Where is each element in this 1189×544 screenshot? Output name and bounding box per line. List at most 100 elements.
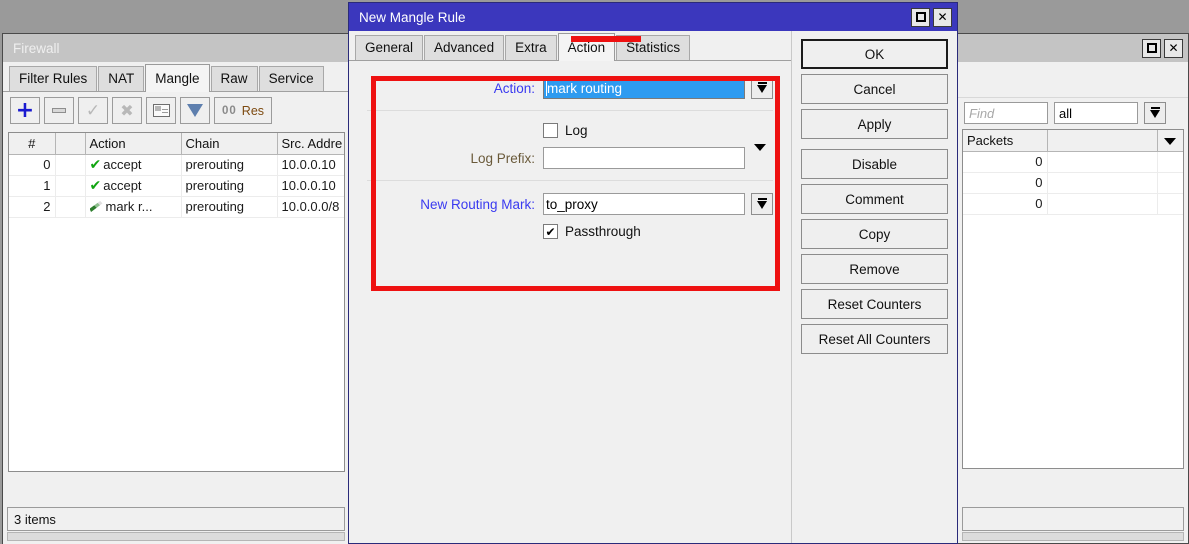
col-packets[interactable]: Packets xyxy=(963,130,1048,152)
horizontal-scrollbar[interactable] xyxy=(7,532,345,541)
tab-mangle[interactable]: Mangle xyxy=(145,64,210,92)
pencil-icon xyxy=(89,201,103,212)
tab-filter-rules[interactable]: Filter Rules xyxy=(9,66,98,91)
passthrough-checkbox[interactable]: ✔ xyxy=(543,224,558,239)
close-button[interactable]: ✕ xyxy=(1164,38,1183,58)
firewall-window: Firewall Filter Rules NAT Mangle Raw Ser… xyxy=(2,33,350,544)
enable-button[interactable]: ✓ xyxy=(78,97,108,124)
divider xyxy=(367,180,773,181)
log-field-row: Log xyxy=(367,123,773,138)
close-button[interactable]: ✕ xyxy=(933,7,952,27)
maximize-button[interactable] xyxy=(1142,38,1161,58)
action-field-row: Action: mark routing xyxy=(367,77,773,99)
col-blank[interactable] xyxy=(1047,130,1158,152)
firewall-content: Filter Rules NAT Mangle Raw Service + ✓ … xyxy=(3,62,349,544)
apply-button[interactable]: Apply xyxy=(801,109,948,139)
search-input[interactable]: Find xyxy=(964,102,1048,124)
table-row[interactable]: 0 xyxy=(963,151,1183,173)
firewall-toolbar: + ✓ ✖ 00 Res xyxy=(3,92,349,130)
table-row[interactable]: 0 xyxy=(963,172,1183,194)
maximize-button[interactable] xyxy=(911,7,930,27)
row-blank xyxy=(1047,172,1158,194)
row-chain: prerouting xyxy=(181,175,278,197)
packets-table[interactable]: Packets 0 0 0 xyxy=(962,129,1184,469)
log-label: Log xyxy=(565,123,588,138)
chevron-down-icon xyxy=(754,143,766,166)
mangle-rules-table[interactable]: # Action Chain Src. Addre 0 ✔ accept pre… xyxy=(8,132,345,472)
row-blank xyxy=(1047,151,1158,173)
comment-button[interactable]: Comment xyxy=(801,184,948,214)
chevron-down-icon xyxy=(1164,137,1176,145)
col-index[interactable]: # xyxy=(9,133,56,155)
action-dropdown-button[interactable] xyxy=(751,77,773,99)
disable-button[interactable]: ✖ xyxy=(112,97,142,124)
row-spacer xyxy=(1157,151,1183,173)
routing-mark-dropdown-button[interactable] xyxy=(751,193,773,215)
row-action: mark r... xyxy=(85,196,182,218)
tab-raw[interactable]: Raw xyxy=(210,66,258,91)
log-checkbox-row[interactable]: Log xyxy=(543,123,588,138)
col-chain[interactable]: Chain xyxy=(181,133,278,155)
ok-button[interactable]: OK xyxy=(801,39,948,69)
row-spacer xyxy=(1157,193,1183,215)
col-action[interactable]: Action xyxy=(85,133,182,155)
cancel-button[interactable]: Cancel xyxy=(801,74,948,104)
divider xyxy=(367,110,773,111)
new-routing-mark-input[interactable]: to_proxy xyxy=(543,193,745,215)
log-prefix-input[interactable] xyxy=(543,147,745,169)
reset-all-counters-button[interactable]: Reset All Counters xyxy=(801,324,948,354)
log-prefix-label: Log Prefix: xyxy=(470,150,535,166)
table-row[interactable]: 0 ✔ accept prerouting 10.0.0.10 xyxy=(9,154,344,176)
new-mangle-rule-dialog: New Mangle Rule ✕ General Advanced Extra… xyxy=(348,2,958,544)
add-button[interactable]: + xyxy=(10,97,40,124)
action-input[interactable]: mark routing xyxy=(543,77,745,99)
filter-dropdown-button[interactable] xyxy=(1144,102,1166,124)
dialog-main-pane: General Advanced Extra Action Statistics… xyxy=(349,31,792,543)
remove-button[interactable] xyxy=(44,97,74,124)
row-spacer xyxy=(1157,172,1183,194)
comment-button[interactable] xyxy=(146,97,176,124)
col-src-address[interactable]: Src. Addre xyxy=(277,133,344,155)
tab-extra[interactable]: Extra xyxy=(505,35,557,60)
row-chain: prerouting xyxy=(181,196,278,218)
filter-button[interactable] xyxy=(180,97,210,124)
copy-button[interactable]: Copy xyxy=(801,219,948,249)
col-flags[interactable] xyxy=(55,133,86,155)
table-row[interactable]: 1 ✔ accept prerouting 10.0.0.10 xyxy=(9,175,344,197)
row-action: ✔ accept xyxy=(85,175,182,197)
reset-counters-button[interactable]: Reset Counters xyxy=(801,289,948,319)
remove-button[interactable]: Remove xyxy=(801,254,948,284)
funnel-icon xyxy=(187,104,203,117)
annotation-action-tab-underline xyxy=(571,36,641,42)
firewall-titlebar: Firewall xyxy=(3,34,349,62)
row-packets: 0 xyxy=(963,151,1048,173)
table-row[interactable]: 0 xyxy=(963,193,1183,215)
tab-service-ports[interactable]: Service xyxy=(258,66,324,91)
maximize-icon xyxy=(1146,43,1157,53)
disable-button[interactable]: Disable xyxy=(801,149,948,179)
filter-select[interactable]: all xyxy=(1054,102,1138,124)
item-count-label: 3 items xyxy=(14,511,56,527)
log-prefix-field-row: Log Prefix: xyxy=(367,143,773,169)
row-index: 1 xyxy=(9,175,56,197)
row-flag xyxy=(55,175,86,197)
passthrough-field-row: ✔ Passthrough xyxy=(367,224,773,239)
tab-general[interactable]: General xyxy=(355,35,424,60)
tab-nat[interactable]: NAT xyxy=(98,66,145,91)
green-check-icon: ✔ xyxy=(89,177,102,194)
reset-counters-button[interactable]: 00 Res xyxy=(214,97,273,124)
passthrough-checkbox-row[interactable]: ✔ Passthrough xyxy=(543,224,641,239)
chevron-down-icon xyxy=(756,82,768,94)
right-window-statusbar xyxy=(962,507,1184,531)
new-routing-mark-label: New Routing Mark: xyxy=(420,196,535,212)
log-prefix-dropdown-button[interactable] xyxy=(754,143,766,166)
log-checkbox[interactable] xyxy=(543,123,558,138)
tab-advanced[interactable]: Advanced xyxy=(424,35,505,60)
find-row: Find all xyxy=(958,98,1188,129)
row-packets: 0 xyxy=(963,172,1048,194)
horizontal-scrollbar[interactable] xyxy=(962,532,1184,541)
row-blank xyxy=(1047,193,1158,215)
table-row[interactable]: 2 mark r... prerouting 10.0.0.0/8 xyxy=(9,196,344,218)
col-menu[interactable] xyxy=(1157,130,1183,152)
close-icon: ✕ xyxy=(1168,41,1179,55)
